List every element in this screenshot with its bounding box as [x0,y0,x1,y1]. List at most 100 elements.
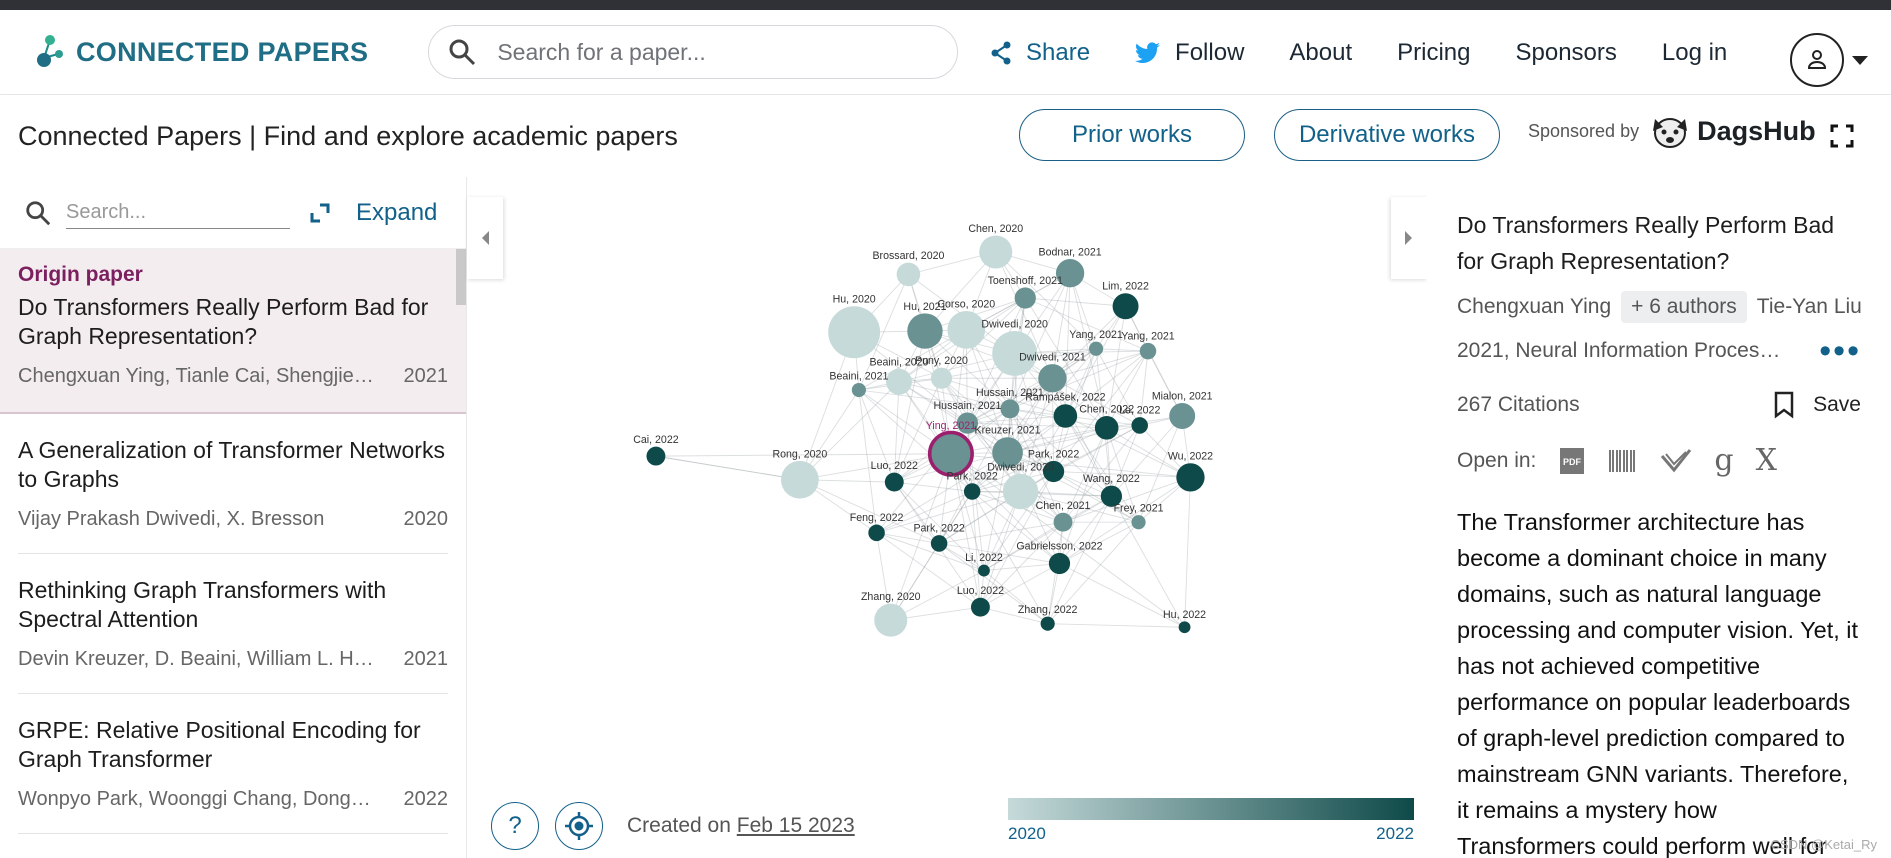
paper-search-input[interactable] [497,38,938,66]
paper-node[interactable] [868,524,885,542]
user-menu-button[interactable] [1790,33,1844,87]
paper-year: 2022 [403,788,449,810]
first-author[interactable]: Chengxuan Ying [1457,295,1611,319]
paper-node-label: Ying, 2021 [926,420,976,432]
share-link[interactable]: Share [990,39,1090,67]
paper-node-label: Toenshoff, 2021 [988,275,1063,287]
list-item[interactable]: A Generalization of Transformer Networks… [18,414,448,554]
graph-edge [1110,425,1141,497]
paper-authors: Vijay Prakash Dwivedi, X. Bresson [18,508,325,530]
fullscreen-button[interactable] [1830,124,1854,153]
paper-node[interactable] [978,564,990,577]
origin-paper-node[interactable] [927,430,974,477]
sponsors-link[interactable]: Sponsors [1515,39,1616,67]
paper-node-label: Feng, 2022 [850,512,904,524]
paper-node[interactable] [907,313,943,349]
paper-search-box[interactable] [428,25,959,79]
paper-node-label: Dwivedi, 2021 [1019,352,1086,364]
google-scholar-icon[interactable]: g [1714,443,1733,478]
paper-node[interactable] [1048,552,1071,575]
paper-node-label: Luo, 2022 [871,460,918,472]
list-item[interactable]: GRPE: Relative Positional Encoding for G… [18,694,448,834]
paper-node[interactable] [1088,341,1104,356]
paper-node[interactable] [1014,287,1036,309]
paper-node[interactable] [947,310,986,349]
chevron-down-icon[interactable] [1852,56,1868,65]
paper-node[interactable] [1139,342,1157,360]
page-title: Connected Papers | Find and explore acad… [18,120,678,151]
paper-node[interactable] [828,306,881,359]
sponsor-block[interactable]: Sponsored by DagsHub [1528,111,1816,151]
paper-year: 2021 [403,648,449,670]
paper-node[interactable] [930,367,953,389]
paper-node[interactable] [1040,616,1055,631]
help-button[interactable]: ? [491,802,539,850]
semantic-scholar-icon[interactable] [1660,448,1692,474]
detail-venue-row: 2021, Neural Information Processing Syst… [1457,334,1861,368]
paper-node-label: Zhang, 2022 [1018,604,1078,616]
paper-node[interactable] [1053,512,1073,532]
paper-node[interactable] [1094,416,1119,440]
more-authors-badge[interactable]: + 6 authors [1621,291,1747,323]
paper-node[interactable] [1178,621,1191,634]
paper-node[interactable] [1176,463,1205,492]
logo[interactable]: CONNECTED PAPERS [34,32,368,72]
question-icon: ? [508,812,522,839]
created-date-link[interactable]: Feb 15 2023 [737,814,855,837]
barcode-icon[interactable] [1608,448,1638,474]
about-link[interactable]: About [1289,39,1352,67]
paper-node-label: Gabrielsson, 2022 [1016,540,1102,552]
twitter-icon [1135,41,1161,63]
created-on-text: Created on Feb 15 2023 [627,814,855,838]
paper-node[interactable] [874,603,908,637]
last-author[interactable]: Tie-Yan Liu [1757,295,1862,319]
paper-year: 2021 [403,365,449,387]
paper-node[interactable] [1002,473,1039,510]
graph-footer: ? Created on Feb 15 2023 [491,802,855,850]
paper-node-label: Park, 2022 [913,523,964,535]
paper-node-label: Brossard, 2020 [872,250,944,262]
pricing-link[interactable]: Pricing [1397,39,1470,67]
graph-edge [1110,496,1185,628]
list-search-input[interactable] [66,196,290,229]
paper-node[interactable] [1169,403,1196,429]
paper-node[interactable] [963,483,981,500]
save-button[interactable]: Save [1773,391,1861,419]
paper-node[interactable] [896,262,921,287]
paper-node[interactable] [884,472,904,492]
prior-works-button[interactable]: Prior works [1019,109,1245,161]
nav-links: Share Follow About Pricing Sponsors Log … [990,10,1772,95]
login-link[interactable]: Log in [1662,39,1727,67]
paper-node[interactable] [886,368,912,395]
detail-abstract: The Transformer architecture has become … [1457,509,1859,858]
paper-node[interactable] [979,235,1013,269]
more-options-icon[interactable]: ••• [1819,334,1861,368]
sponsor-name: DagsHub [1697,115,1816,146]
paper-node[interactable] [1112,293,1139,320]
derivative-works-button[interactable]: Derivative works [1274,109,1500,161]
paper-node-label: Luo, 2022 [957,585,1004,597]
paper-node[interactable] [851,382,866,398]
origin-paper-item[interactable]: Origin paper Do Transformers Really Perf… [0,249,466,414]
paper-node[interactable] [970,597,990,617]
paper-node[interactable] [930,535,948,552]
expand-button[interactable]: Expand [310,199,437,227]
pdf-icon[interactable]: PDF [1558,446,1586,476]
scrollbar-thumb[interactable] [456,249,466,305]
paper-graph[interactable]: Chen, 2020 Brossard, 2020 Bodnar, 2021 Toen… [467,177,1427,777]
follow-link[interactable]: Follow [1135,39,1244,67]
paper-node[interactable] [1131,515,1146,530]
recenter-button[interactable] [555,802,603,850]
x-icon[interactable]: X [1756,443,1777,478]
paper-node-label: Zhang, 2020 [861,591,921,603]
list-item[interactable]: Rethinking Graph Transformers with Spect… [18,554,448,694]
paper-node[interactable] [646,446,666,466]
paper-node-label: Chen, 2021 [1036,500,1091,512]
paper-node[interactable] [781,460,819,499]
paper-node[interactable] [1131,417,1148,434]
citations-count: 267 Citations [1457,393,1580,416]
paper-node[interactable] [1000,399,1020,419]
graph-view[interactable]: Chen, 2020 Brossard, 2020 Bodnar, 2021 Toen… [467,177,1427,858]
paper-node[interactable] [1053,404,1078,428]
legend-min-year: 2020 [1008,824,1046,843]
